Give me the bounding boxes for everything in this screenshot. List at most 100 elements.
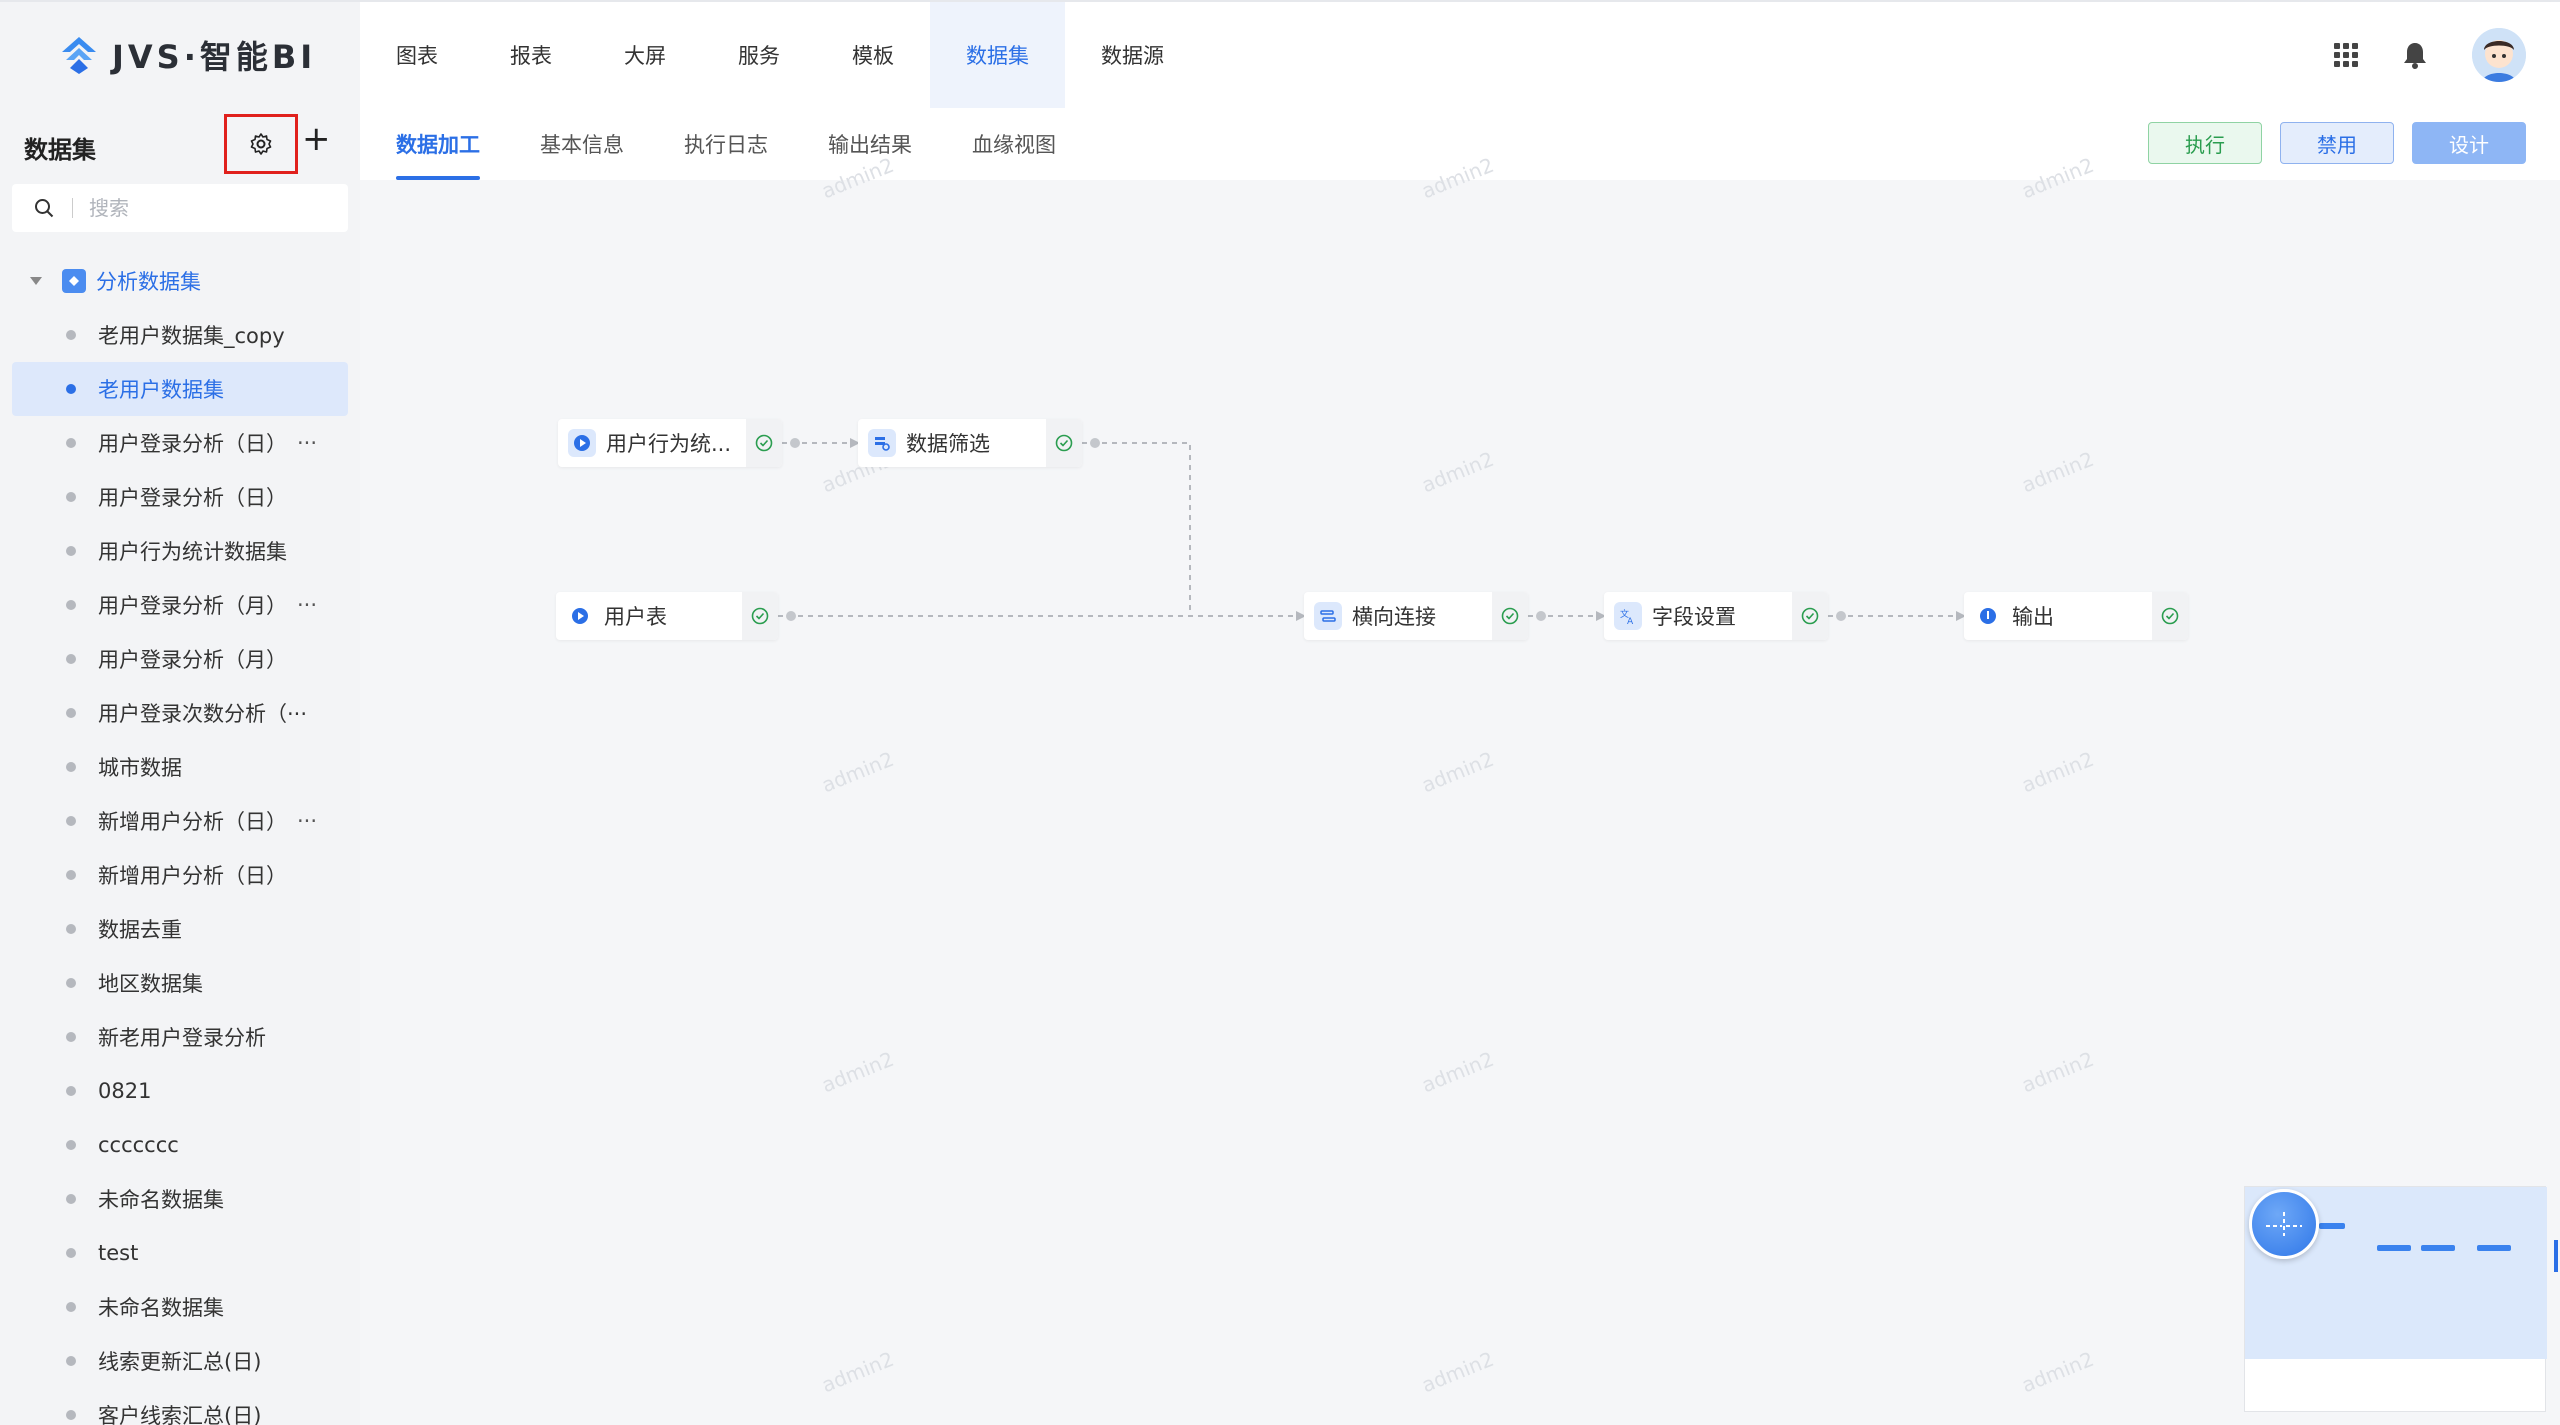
flow-node-data-filter[interactable]: 数据筛选 <box>858 419 1100 467</box>
more-icon[interactable]: ··· <box>297 809 317 833</box>
list-item-label: 用户行为统计数据集 <box>98 540 287 564</box>
sidebar-header: 数据集 + <box>0 108 360 178</box>
list-item[interactable]: 新增用户分析（日） ··· <box>12 794 348 848</box>
sub-tabs: 数据加工 基本信息 执行日志 输出结果 血缘视图 <box>396 108 1116 180</box>
bell-icon[interactable] <box>2402 41 2428 69</box>
list-item-label: 用户登录分析（月） <box>98 648 287 672</box>
flow-node-horizontal-join[interactable]: 横向连接 <box>1304 592 1546 640</box>
list-item[interactable]: 用户登录分析（日） ··· <box>12 416 348 470</box>
list-item[interactable]: 老用户数据集 <box>12 362 348 416</box>
tree-folder-analysis[interactable]: 分析数据集 <box>0 254 360 308</box>
nav-templates[interactable]: 模板 <box>816 2 930 108</box>
user-avatar[interactable] <box>2472 28 2526 82</box>
caret-down-icon[interactable] <box>30 277 42 285</box>
list-item-label: 用户登录分析（月） <box>98 594 287 618</box>
join-icon <box>1314 602 1342 630</box>
list-item[interactable]: 客户线索汇总(日) <box>12 1388 348 1425</box>
dataset-tree: 分析数据集 老用户数据集_copy 老用户数据集 用户登录分析（日） ··· 用户… <box>0 254 360 1425</box>
list-item-label: test <box>98 1241 139 1265</box>
bullet <box>66 1032 76 1042</box>
sidebar-title: 数据集 <box>24 136 96 164</box>
list-item[interactable]: test <box>12 1226 348 1280</box>
gear-icon <box>250 133 272 155</box>
bullet <box>66 1248 76 1258</box>
svg-text:A: A <box>1627 617 1634 625</box>
disable-button[interactable]: 禁用 <box>2280 122 2394 164</box>
output-port[interactable] <box>790 438 800 448</box>
design-button[interactable]: 设计 <box>2412 122 2526 164</box>
minimap-zoom-handle[interactable] <box>2249 1189 2319 1259</box>
list-item[interactable]: 线索更新汇总(日) <box>12 1334 348 1388</box>
list-item[interactable]: 0821 <box>12 1064 348 1118</box>
list-item-label: 客户线索汇总(日) <box>98 1404 262 1425</box>
list-item[interactable]: 城市数据 <box>12 740 348 794</box>
bullet <box>66 600 76 610</box>
list-item[interactable]: 数据去重 <box>12 902 348 956</box>
tab-lineage-view[interactable]: 血缘视图 <box>972 108 1056 180</box>
check-circle-icon <box>742 592 778 640</box>
list-item[interactable]: 用户登录次数分析（··· <box>12 686 348 740</box>
filter-table-icon <box>868 429 896 457</box>
list-item[interactable]: 用户行为统计数据集 <box>12 524 348 578</box>
output-port[interactable] <box>786 611 796 621</box>
bullet <box>66 546 76 556</box>
list-item-label: ccccccc <box>98 1133 179 1157</box>
bullet <box>66 654 76 664</box>
nav-services[interactable]: 服务 <box>702 2 816 108</box>
more-icon[interactable]: ··· <box>297 431 317 455</box>
bullet <box>66 384 76 394</box>
list-item[interactable]: 新增用户分析（日） <box>12 848 348 902</box>
search-input[interactable] <box>89 196 329 220</box>
bullet <box>66 1194 76 1204</box>
list-item-label: 老用户数据集 <box>98 378 224 402</box>
brand[interactable]: JVS·智能BI <box>0 2 360 108</box>
bullet <box>66 1410 76 1420</box>
app-grid-icon[interactable] <box>2334 43 2358 67</box>
edge-handle[interactable] <box>2554 1240 2558 1272</box>
flow-minimap[interactable] <box>2244 1186 2547 1412</box>
list-item[interactable]: 未命名数据集 <box>12 1280 348 1334</box>
bullet <box>66 708 76 718</box>
top-bar: JVS·智能BI 图表 报表 大屏 服务 模板 数据集 数据源 <box>0 0 2560 108</box>
dataset-sidebar: 数据集 + 分析数据集 老用户数据集_copy 老用户数据集 用户登录分析（日）… <box>0 108 360 1425</box>
search-box[interactable] <box>12 184 348 232</box>
nav-datasources[interactable]: 数据源 <box>1065 2 1200 108</box>
list-item[interactable]: 未命名数据集 <box>12 1172 348 1226</box>
tab-data-processing[interactable]: 数据加工 <box>396 108 480 180</box>
add-dataset-button[interactable]: + <box>302 122 331 156</box>
output-port[interactable] <box>1090 438 1100 448</box>
list-item[interactable]: ccccccc <box>12 1118 348 1172</box>
flow-node-field-settings[interactable]: 文A 字段设置 <box>1604 592 1846 640</box>
bullet <box>66 816 76 826</box>
logo-icon <box>62 37 96 74</box>
output-port[interactable] <box>1836 611 1846 621</box>
list-item-label: 新老用户登录分析 <box>98 1026 266 1050</box>
list-item[interactable]: 老用户数据集_copy <box>12 308 348 362</box>
nav-datasets[interactable]: 数据集 <box>930 2 1065 108</box>
more-icon[interactable]: ··· <box>297 593 317 617</box>
list-item[interactable]: 用户登录分析（月） <box>12 632 348 686</box>
nav-reports[interactable]: 报表 <box>474 2 588 108</box>
tree-folder-label: 分析数据集 <box>96 270 201 294</box>
tab-execution-log[interactable]: 执行日志 <box>684 108 768 180</box>
list-item[interactable]: 地区数据集 <box>12 956 348 1010</box>
execute-button[interactable]: 执行 <box>2148 122 2262 164</box>
flow-node-source-user-behavior[interactable]: 用户行为统... <box>558 419 800 467</box>
list-item-label: 未命名数据集 <box>98 1296 224 1320</box>
list-item-label: 城市数据 <box>98 756 182 780</box>
flow-node-source-user-table[interactable]: 用户表 <box>556 592 796 640</box>
nav-big-screen[interactable]: 大屏 <box>588 2 702 108</box>
list-item[interactable]: 新老用户登录分析 <box>12 1010 348 1064</box>
list-item[interactable]: 用户登录分析（月） ··· <box>12 578 348 632</box>
node-label: 数据筛选 <box>906 432 990 456</box>
output-port[interactable] <box>1536 611 1546 621</box>
list-item-label: 地区数据集 <box>98 972 203 996</box>
node-label: 字段设置 <box>1652 605 1736 629</box>
nav-charts[interactable]: 图表 <box>360 2 474 108</box>
tab-basic-info[interactable]: 基本信息 <box>540 108 624 180</box>
list-item[interactable]: 用户登录分析（日） <box>12 470 348 524</box>
flow-canvas[interactable]: admin2 admin2 admin2 admin2 admin2 admin… <box>360 153 2560 1425</box>
settings-button[interactable] <box>224 114 298 174</box>
flow-node-output[interactable]: 输出 <box>1964 592 2188 640</box>
node-label: 用户行为统... <box>606 432 732 456</box>
